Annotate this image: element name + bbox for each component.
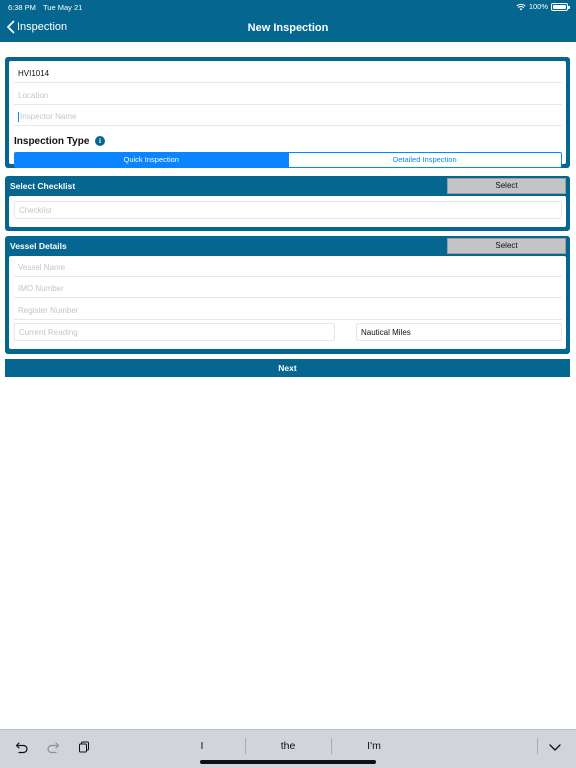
battery-percent: 100% xyxy=(528,2,548,11)
next-button[interactable]: Next xyxy=(5,359,570,377)
quick-inspection-segment[interactable]: Quick Inspection xyxy=(15,153,288,167)
current-reading-input[interactable]: Current Reading xyxy=(14,323,335,341)
select-checklist-button[interactable]: Select xyxy=(447,178,566,194)
checklist-panel-title: Select Checklist xyxy=(10,181,76,191)
page-title: New Inspection xyxy=(247,22,329,34)
info-icon[interactable]: i xyxy=(95,136,105,146)
navigation-bar: Inspection New Inspection xyxy=(0,14,576,42)
inspector-name-placeholder: Inspector Name xyxy=(20,112,77,121)
redo-icon[interactable] xyxy=(46,740,60,754)
register-number-input[interactable]: Register Number xyxy=(14,302,562,320)
suggestion-1[interactable]: I xyxy=(160,740,244,752)
suggestion-3[interactable]: I'm xyxy=(332,740,416,752)
location-placeholder: Location xyxy=(18,91,49,100)
vessel-details-body: Vessel Name IMO Number Register Number C… xyxy=(9,256,566,349)
vessel-name-input[interactable]: Vessel Name xyxy=(14,259,562,277)
inspection-id-value: HVI1014 xyxy=(18,69,50,78)
suggestion-2[interactable]: the xyxy=(246,740,330,752)
checklist-placeholder: Checklist xyxy=(19,205,52,215)
undo-icon[interactable] xyxy=(15,740,29,754)
status-time: 6:38 PM xyxy=(8,3,36,12)
status-date: Tue May 21 xyxy=(43,3,83,12)
vessel-details-title: Vessel Details xyxy=(10,241,67,251)
vessel-name-placeholder: Vessel Name xyxy=(18,263,66,272)
current-reading-placeholder: Current Reading xyxy=(19,327,78,337)
checklist-panel-body: Checklist xyxy=(9,196,566,227)
distance-unit-select[interactable]: Nautical Miles xyxy=(356,323,562,341)
distance-unit-value: Nautical Miles xyxy=(361,327,411,337)
battery-icon xyxy=(551,2,570,11)
status-right: 100% xyxy=(516,2,570,11)
location-input[interactable]: Location xyxy=(14,87,562,105)
inspection-type-label: Inspection Type xyxy=(14,136,90,147)
inspection-panel: HVI1014 Location Inspector Name Inspecti… xyxy=(5,57,570,168)
imo-number-placeholder: IMO Number xyxy=(18,284,64,293)
chevron-down-icon[interactable] xyxy=(548,740,562,754)
register-number-placeholder: Register Number xyxy=(18,306,79,315)
status-bar: 6:38 PM Tue May 21 100% xyxy=(0,0,576,14)
inspector-name-input[interactable]: Inspector Name xyxy=(14,108,562,126)
select-vessel-button[interactable]: Select xyxy=(447,238,566,254)
vessel-details-panel: Vessel Details Select Vessel Name IMO Nu… xyxy=(5,236,570,354)
checklist-panel: Select Checklist Select Checklist xyxy=(5,176,570,231)
wifi-icon xyxy=(516,3,526,10)
detailed-inspection-segment[interactable]: Detailed Inspection xyxy=(287,153,561,167)
inspection-type-segmented-control: Quick Inspection Detailed Inspection xyxy=(14,152,562,168)
inspection-panel-body: HVI1014 Location Inspector Name xyxy=(9,61,566,164)
home-indicator xyxy=(200,760,376,764)
text-cursor xyxy=(18,111,19,122)
checklist-input[interactable]: Checklist xyxy=(14,201,562,219)
imo-number-input[interactable]: IMO Number xyxy=(14,280,562,298)
toolbar-divider xyxy=(537,738,538,754)
paste-icon[interactable] xyxy=(77,740,91,754)
inspection-id-field[interactable]: HVI1014 xyxy=(14,65,562,83)
